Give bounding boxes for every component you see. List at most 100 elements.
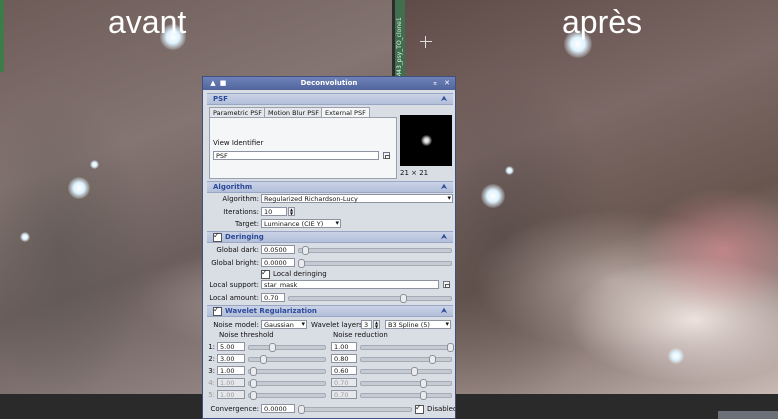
right-view-tab-label-wrap: M43_psy_TO_clone1	[395, 4, 405, 80]
threshold-input[interactable]: 1.00	[217, 378, 245, 387]
deconvolution-dialog: ▲ ■ Deconvolution ⌅ ✕ PSF ⮝ Parametric P…	[202, 76, 456, 419]
select-mask-icon[interactable]	[443, 281, 450, 288]
noise-model-select[interactable]: Gaussian ▾	[261, 320, 307, 329]
wavelet-header[interactable]: Wavelet Regularization ⮝	[207, 305, 453, 317]
select-view-icon[interactable]	[383, 152, 390, 159]
slider-thumb[interactable]	[250, 367, 257, 376]
reduction-input[interactable]: 0.60	[331, 366, 357, 375]
slider-thumb[interactable]	[429, 355, 436, 364]
collapse-icon[interactable]: ⮝	[441, 182, 447, 192]
target-select-value: Luminance (CIE Y)	[264, 220, 324, 228]
reduction-slider[interactable]	[360, 391, 452, 400]
slider-thumb[interactable]	[420, 391, 427, 400]
reduction-slider[interactable]	[360, 379, 452, 388]
reduction-input[interactable]: 0.80	[331, 354, 357, 363]
chevron-down-icon: ▾	[301, 320, 305, 328]
threshold-slider[interactable]	[248, 379, 326, 388]
collapse-icon[interactable]: ⮝	[441, 306, 447, 316]
iterations-input[interactable]: 10	[261, 207, 287, 216]
local-deringing-option[interactable]: Local deringing	[261, 268, 327, 279]
reduction-slider[interactable]	[360, 367, 452, 376]
slider-thumb[interactable]	[250, 379, 257, 388]
layer-index: 2:	[208, 355, 215, 363]
star	[68, 177, 90, 199]
algorithm-header[interactable]: Algorithm ⮝	[207, 181, 453, 193]
deringing-checkbox[interactable]	[213, 231, 222, 242]
threshold-slider[interactable]	[248, 391, 326, 400]
algorithm-header-label: Algorithm	[213, 183, 253, 191]
convergence-label: Convergence:	[210, 405, 259, 413]
slider-thumb[interactable]	[420, 379, 427, 388]
convergence-input[interactable]: 0.0000	[261, 404, 295, 413]
wavelet-type-select[interactable]: B3 Spline (5) ▾	[385, 320, 451, 329]
slider-thumb[interactable]	[411, 367, 418, 376]
threshold-slider[interactable]	[248, 355, 326, 364]
close-icon[interactable]: ✕	[443, 79, 451, 87]
psf-header[interactable]: PSF ⮝	[207, 93, 453, 105]
slider-thumb[interactable]	[302, 246, 309, 255]
algorithm-select-value: Regularized Richardson-Lucy	[264, 195, 358, 203]
deringing-header[interactable]: Deringing ⮝	[207, 231, 453, 243]
local-deringing-label: Local deringing	[273, 270, 327, 278]
slider-thumb[interactable]	[298, 405, 305, 414]
global-bright-input[interactable]: 0.0000	[261, 258, 295, 267]
global-bright-label: Global bright:	[211, 259, 259, 267]
psf-tabs-panel: Parametric PSF Motion Blur PSF External …	[207, 107, 397, 179]
wavelet-header-label: Wavelet Regularization	[225, 307, 317, 315]
convergence-slider[interactable]	[298, 405, 412, 414]
psf-thumb-size: 21 × 21	[400, 169, 429, 177]
algorithm-label: Algorithm:	[222, 195, 259, 203]
wavelet-layers-stepper[interactable]: ▲ ▼	[373, 320, 380, 329]
threshold-input[interactable]: 1.00	[217, 390, 245, 399]
slider-thumb[interactable]	[260, 355, 267, 364]
global-dark-slider[interactable]	[298, 246, 452, 255]
threshold-input[interactable]: 1.00	[217, 366, 245, 375]
collapse-icon[interactable]: ⮝	[441, 232, 447, 242]
star	[505, 166, 514, 175]
iterations-stepper[interactable]: ▲ ▼	[288, 207, 295, 216]
chevron-down-icon: ▾	[447, 194, 451, 202]
disabled-option[interactable]: Disabled	[415, 403, 456, 414]
wavelet-layers-input[interactable]: 3	[361, 320, 372, 329]
status-widget[interactable]	[718, 411, 778, 419]
local-amount-input[interactable]: 0.70	[261, 293, 285, 302]
slider-thumb[interactable]	[400, 294, 407, 303]
view-identifier-input[interactable]: PSF	[213, 151, 379, 160]
shade-icon[interactable]: ⌅	[431, 79, 439, 87]
disabled-label: Disabled	[427, 405, 456, 413]
disabled-checkbox[interactable]	[415, 403, 424, 414]
threshold-slider[interactable]	[248, 367, 326, 376]
layer-index: 1:	[208, 343, 215, 351]
collapse-icon[interactable]: ⮝	[441, 94, 447, 104]
slider-thumb[interactable]	[447, 343, 454, 352]
slider-thumb[interactable]	[250, 391, 257, 400]
dialog-titlebar[interactable]: ▲ ■ Deconvolution ⌅ ✕	[203, 77, 455, 90]
threshold-input[interactable]: 5.00	[217, 342, 245, 351]
slider-thumb[interactable]	[269, 343, 276, 352]
threshold-input[interactable]: 3.00	[217, 354, 245, 363]
local-amount-slider[interactable]	[288, 294, 452, 303]
slider-thumb[interactable]	[298, 259, 305, 268]
global-bright-slider[interactable]	[298, 259, 452, 268]
layer-index: 5:	[208, 391, 215, 399]
local-support-input[interactable]: star_mask	[261, 280, 439, 289]
reduction-input[interactable]: 0.70	[331, 390, 357, 399]
deringing-header-label: Deringing	[225, 233, 264, 241]
view-identifier-label: View Identifier	[213, 139, 264, 147]
left-view-tab[interactable]	[0, 0, 4, 72]
threshold-slider[interactable]	[248, 343, 326, 352]
local-deringing-checkbox[interactable]	[261, 268, 270, 279]
reduction-input[interactable]: 1.00	[331, 342, 357, 351]
psf-thumbnail	[400, 115, 452, 166]
wavelet-checkbox[interactable]	[213, 305, 222, 316]
chevron-down-icon: ▾	[445, 320, 449, 328]
global-dark-input[interactable]: 0.0500	[261, 245, 295, 254]
crosshair-cursor-icon	[420, 36, 432, 48]
reduction-input[interactable]: 0.70	[331, 378, 357, 387]
reduction-slider[interactable]	[360, 343, 454, 352]
psf-section: PSF ⮝	[207, 93, 453, 105]
reduction-slider[interactable]	[360, 355, 452, 364]
target-select[interactable]: Luminance (CIE Y) ▾	[261, 219, 341, 228]
target-label: Target:	[234, 220, 259, 228]
algorithm-select[interactable]: Regularized Richardson-Lucy ▾	[261, 194, 453, 203]
